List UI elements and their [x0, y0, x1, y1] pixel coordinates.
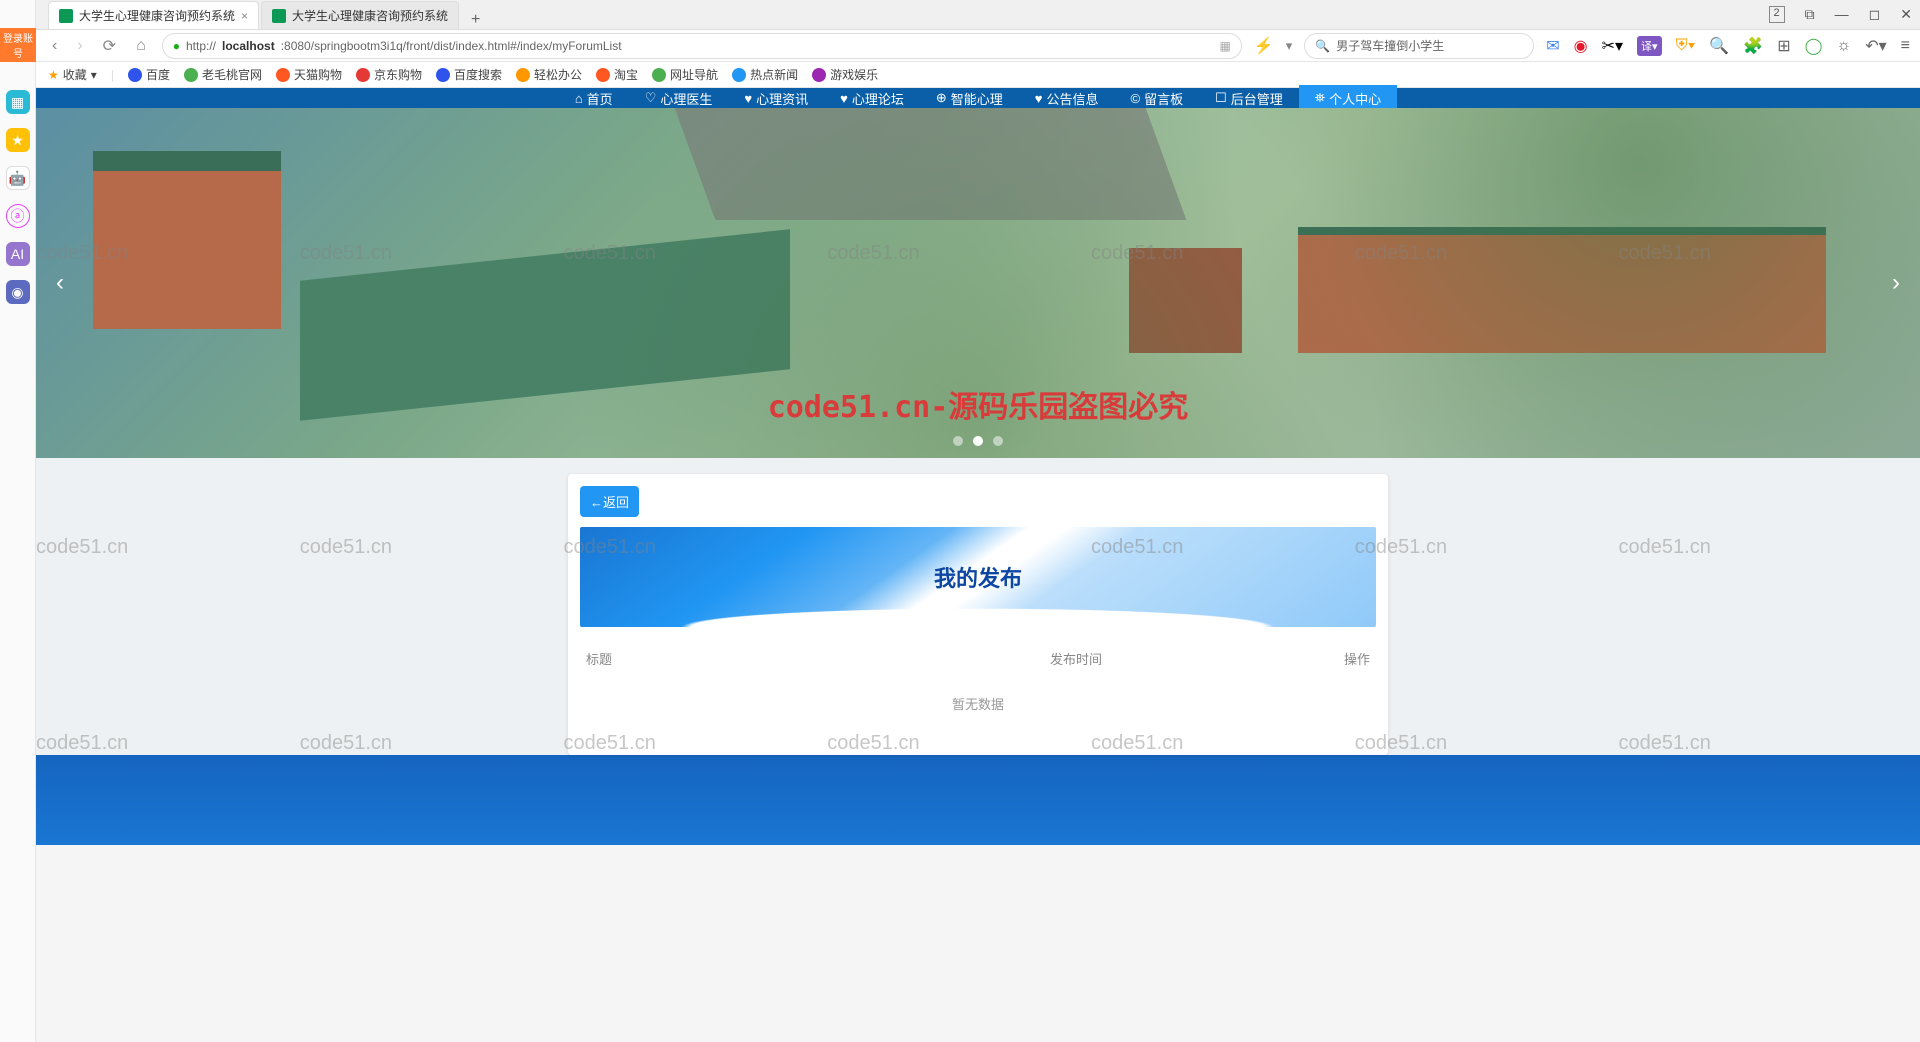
- tab-close-icon[interactable]: ×: [241, 9, 248, 23]
- page-footer: [36, 755, 1920, 845]
- bm-tmall[interactable]: 天猫购物: [276, 66, 342, 83]
- carousel-dot[interactable]: [953, 436, 963, 446]
- dropdown-icon[interactable]: ▾: [1286, 38, 1293, 54]
- sun-icon[interactable]: ☼: [1837, 37, 1852, 55]
- puzzle-icon[interactable]: 🧩: [1743, 36, 1763, 56]
- window-maximize-icon[interactable]: ◻: [1869, 6, 1881, 23]
- search-placeholder: 男子驾车撞倒小学生: [1336, 37, 1444, 54]
- window-badge[interactable]: 2: [1769, 6, 1785, 23]
- bm-baidusearch[interactable]: 百度搜索: [436, 66, 502, 83]
- tab-title: 大学生心理健康咨询预约系统: [79, 7, 235, 24]
- carousel-next-icon[interactable]: ›: [1882, 259, 1910, 307]
- bm-baidu[interactable]: 百度: [128, 66, 170, 83]
- search2-icon[interactable]: 🔍: [1709, 36, 1729, 56]
- sidebar-icon-1[interactable]: ▦: [6, 90, 30, 114]
- undo-icon[interactable]: ↶▾: [1865, 36, 1886, 56]
- address-bar: ‹ › ⟳ ⌂ ● http:// localhost :8080/springbo…: [0, 30, 1920, 62]
- col-title: 标题: [586, 649, 1050, 668]
- nav-back-icon[interactable]: ‹: [48, 37, 61, 55]
- toolbar-icons: ✉ ◉ ✂▾ 译▾ ⛨▾ 🔍 🧩 ⊞ ◯ ☼ ↶▾ ≡: [1546, 36, 1910, 56]
- translate-icon[interactable]: ▦: [1219, 39, 1230, 53]
- scissors-icon[interactable]: ✂▾: [1602, 36, 1623, 56]
- watermark-text: code51.cn-源码乐园盗图必究: [768, 382, 1189, 426]
- col-time: 发布时间: [1050, 649, 1290, 668]
- carousel-dot[interactable]: [993, 436, 1003, 446]
- apps-icon[interactable]: ⊞: [1777, 36, 1790, 56]
- url-host: localhost: [222, 39, 275, 53]
- sidebar-icon-star[interactable]: ★: [6, 128, 30, 152]
- main-nav: ⌂首页 ♡心理医生 ♥心理资讯 ♥心理论坛 ⊕智能心理 ♥公告信息 ©留言板 ☐…: [36, 88, 1920, 108]
- url-input[interactable]: ● http:// localhost :8080/springbootm3i1q/…: [162, 33, 1242, 59]
- window-controls: 2 ⧉ — ◻ ✕: [1769, 6, 1912, 23]
- tab-2[interactable]: 大学生心理健康咨询预约系统: [261, 1, 459, 29]
- browser-sidebar: 登录账号 ▦ ★ 🤖 ⓐ AI ◉: [0, 0, 36, 1042]
- window-pip-icon[interactable]: ⧉: [1805, 6, 1815, 23]
- window-minimize-icon[interactable]: —: [1835, 6, 1849, 23]
- card-header-banner: 我的发布: [580, 527, 1376, 627]
- my-posts-card: ←返回 我的发布 标题 发布时间 操作 暂无数据: [568, 474, 1388, 755]
- search-icon: 🔍: [1315, 39, 1330, 53]
- lightning-icon[interactable]: ⚡: [1254, 36, 1274, 56]
- col-op: 操作: [1290, 649, 1370, 668]
- bm-games[interactable]: 游戏娱乐: [812, 66, 878, 83]
- favicon-icon: [59, 9, 73, 23]
- sidebar-icon-chat[interactable]: ◉: [6, 280, 30, 304]
- login-badge[interactable]: 登录账号: [0, 28, 36, 62]
- sidebar-icon-ai1[interactable]: ⓐ: [6, 204, 30, 228]
- shield-icon[interactable]: ⛨▾: [1676, 37, 1696, 55]
- page-body: ←返回 我的发布 标题 发布时间 操作 暂无数据: [36, 458, 1920, 755]
- weibo-icon[interactable]: ◉: [1574, 36, 1588, 56]
- ext1-icon[interactable]: 译▾: [1637, 36, 1662, 56]
- url-path: :8080/springbootm3i1q/front/dist/index.h…: [281, 39, 622, 53]
- favicon-icon: [272, 9, 286, 23]
- bm-hotnews[interactable]: 热点新闻: [732, 66, 798, 83]
- carousel-dot[interactable]: [973, 436, 983, 446]
- bm-qingsong[interactable]: 轻松办公: [516, 66, 582, 83]
- mail-icon[interactable]: ✉: [1546, 36, 1559, 56]
- table-empty: 暂无数据: [580, 678, 1376, 743]
- carousel-banner: ‹ › code51.cn-源码乐园盗图必究: [36, 108, 1920, 458]
- circle-icon[interactable]: ◯: [1805, 36, 1823, 56]
- lock-icon: ●: [173, 39, 180, 53]
- card-title: 我的发布: [934, 561, 1022, 593]
- carousel-prev-icon[interactable]: ‹: [46, 259, 74, 307]
- menu-icon[interactable]: ≡: [1901, 37, 1910, 55]
- table-header: 标题 发布时间 操作: [580, 639, 1376, 678]
- nav-forward-icon[interactable]: ›: [73, 37, 86, 55]
- carousel-dots: [953, 436, 1003, 446]
- tab-add-button[interactable]: +: [461, 11, 490, 29]
- bm-taobao[interactable]: 淘宝: [596, 66, 638, 83]
- back-button[interactable]: ←返回: [580, 486, 639, 517]
- bookmarks-fav[interactable]: ★收藏 ▾: [48, 66, 97, 83]
- window-close-icon[interactable]: ✕: [1900, 6, 1912, 23]
- sidebar-icon-robot[interactable]: 🤖: [6, 166, 30, 190]
- nav-home-icon[interactable]: ⌂: [132, 37, 150, 55]
- tabs-bar: 大学生心理健康咨询预约系统 × 大学生心理健康咨询预约系统 + 2 ⧉ — ◻ …: [0, 0, 1920, 30]
- posts-table: 标题 发布时间 操作 暂无数据: [580, 639, 1376, 743]
- page-content: ⌂首页 ♡心理医生 ♥心理资讯 ♥心理论坛 ⊕智能心理 ♥公告信息 ©留言板 ☐…: [36, 88, 1920, 755]
- tab-1[interactable]: 大学生心理健康咨询预约系统 ×: [48, 1, 259, 29]
- search-input[interactable]: 🔍 男子驾车撞倒小学生: [1304, 33, 1534, 59]
- url-prefix: http://: [186, 39, 216, 53]
- sidebar-icon-ai2[interactable]: AI: [6, 242, 30, 266]
- tab-title: 大学生心理健康咨询预约系统: [292, 7, 448, 24]
- bm-nav[interactable]: 网址导航: [652, 66, 718, 83]
- nav-reload-icon[interactable]: ⟳: [99, 36, 120, 56]
- bm-laomaotao[interactable]: 老毛桃官网: [184, 66, 262, 83]
- bm-jd[interactable]: 京东购物: [356, 66, 422, 83]
